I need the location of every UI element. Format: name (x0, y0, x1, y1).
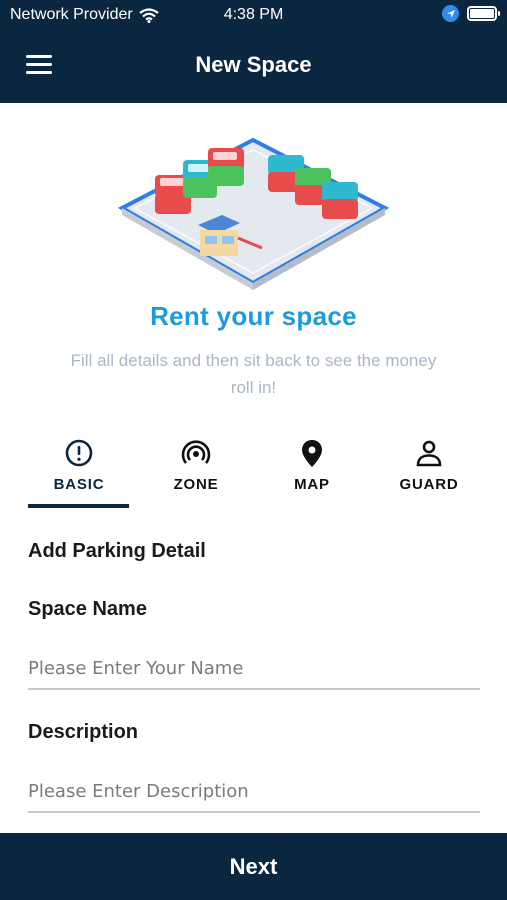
status-bar: Network Provider 4:38 PM (0, 0, 507, 30)
tab-guard[interactable]: GUARD (371, 438, 487, 508)
info-icon (65, 439, 93, 467)
hero-subtitle: Fill all details and then sit back to se… (70, 351, 437, 397)
tab-label: BASIC (53, 476, 105, 493)
status-right (442, 5, 500, 22)
description-input[interactable] (28, 771, 480, 813)
parking-lot-illustration (117, 137, 390, 290)
tab-basic[interactable]: BASIC (21, 438, 137, 508)
location-icon (442, 5, 459, 22)
top-bar: Network Provider 4:38 PM New Space (0, 0, 507, 103)
user-icon (416, 440, 442, 467)
clock: 4:38 PM (223, 6, 284, 23)
active-tab-indicator (28, 504, 129, 508)
tab-zone[interactable]: ZONE (138, 438, 254, 508)
hero-title: Rent your space (150, 301, 357, 331)
space-name-label: Space Name (28, 598, 147, 620)
description-label: Description (28, 721, 139, 743)
nav-row: New Space (0, 40, 507, 92)
page-title: New Space (195, 52, 312, 77)
section-title: Add Parking Detail (28, 540, 206, 562)
tab-map[interactable]: MAP (254, 438, 370, 508)
space-name-input[interactable] (28, 648, 480, 690)
map-pin-icon (302, 440, 322, 467)
battery-icon (467, 6, 500, 21)
tab-label: ZONE (173, 476, 219, 493)
next-button[interactable]: Next (0, 833, 507, 900)
tab-label: MAP (294, 476, 330, 493)
signal-icon (181, 440, 211, 464)
tab-label: GUARD (399, 476, 459, 493)
tab-bar: BASIC ZONE MAP GUARD (0, 438, 507, 508)
